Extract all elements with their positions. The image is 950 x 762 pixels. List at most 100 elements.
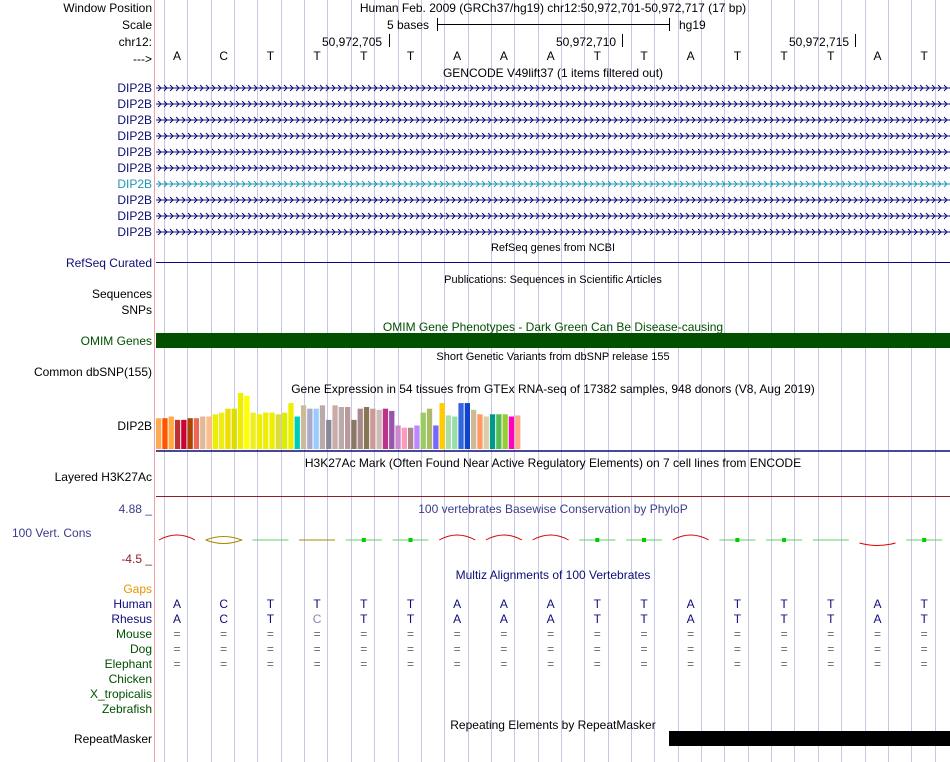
- gencode-transcript-line[interactable]: [156, 227, 950, 237]
- multiz-base: T: [313, 597, 321, 611]
- refseq-label[interactable]: RefSeq Curated: [66, 256, 152, 270]
- gencode-transcript-line[interactable]: [156, 195, 950, 205]
- gencode-transcript-line[interactable]: [156, 147, 950, 157]
- base-letter: T: [827, 49, 835, 63]
- multiz-base: T: [920, 612, 928, 626]
- h3k27ac-baseline[interactable]: [156, 496, 950, 497]
- publications-label-sequences[interactable]: Sequences: [92, 287, 152, 301]
- gencode-transcript-line[interactable]: [156, 179, 950, 189]
- conservation-min-label: -4.5 _: [121, 552, 152, 566]
- multiz-base: =: [453, 627, 461, 641]
- gtex-bar-chart[interactable]: [156, 393, 950, 453]
- base-letter: T: [733, 49, 742, 63]
- gtex-tissue-bar: [515, 415, 521, 449]
- multiz-base: =: [687, 642, 695, 656]
- phylop-track[interactable]: [156, 525, 950, 555]
- gencode-transcript-label[interactable]: DIP2B: [117, 145, 152, 159]
- gtex-tissue-bar: [282, 412, 288, 449]
- multiz-species-label[interactable]: Chicken: [109, 672, 152, 686]
- gtex-tissue-bar: [496, 414, 502, 449]
- gtex-tissue-bar: [206, 416, 212, 449]
- repeatmasker-label[interactable]: RepeatMasker: [74, 732, 152, 746]
- omim-feature-bar[interactable]: [156, 333, 950, 348]
- chrom-label: chr12:: [118, 35, 152, 49]
- gtex-tissue-bar: [420, 412, 426, 449]
- multiz-base: T: [406, 597, 415, 611]
- gtex-tissue-bar: [452, 416, 458, 449]
- base-letter: T: [266, 49, 275, 63]
- h3k27ac-track-title: H3K27Ac Mark (Often Found Near Active Re…: [304, 456, 802, 470]
- gtex-track-title: Gene Expression in 54 tissues from GTEx …: [291, 382, 815, 396]
- multiz-base: =: [266, 657, 274, 671]
- gtex-tissue-bar: [382, 408, 389, 449]
- refseq-gene-line[interactable]: [156, 262, 950, 263]
- multiz-base: =: [266, 627, 274, 641]
- gtex-tissue-bar: [345, 407, 351, 449]
- window-position-label: Window Position: [63, 1, 152, 15]
- gtex-tissue-bar: [219, 412, 225, 449]
- gencode-transcript-label[interactable]: DIP2B: [117, 161, 152, 175]
- multiz-base: =: [920, 627, 928, 641]
- multiz-base: =: [406, 627, 414, 641]
- gtex-tissue-bar: [483, 416, 489, 449]
- multiz-species-label[interactable]: Rhesus: [111, 612, 152, 626]
- phylop-score-marker: [735, 538, 740, 542]
- gencode-transcript-label[interactable]: DIP2B: [117, 129, 152, 143]
- gencode-transcript-line[interactable]: [156, 131, 950, 141]
- multiz-base: T: [406, 612, 415, 626]
- gtex-tissue-bar: [231, 408, 237, 449]
- phylop-score-marker: [408, 538, 413, 542]
- gencode-transcript-line[interactable]: [156, 211, 950, 221]
- scale-bar: [437, 24, 670, 25]
- multiz-base: =: [780, 642, 788, 656]
- multiz-base: =: [873, 627, 881, 641]
- multiz-base: =: [873, 657, 881, 671]
- multiz-base: A: [686, 612, 695, 626]
- gencode-transcript-label[interactable]: DIP2B: [117, 97, 152, 111]
- multiz-species-label[interactable]: X_tropicalis: [90, 687, 152, 701]
- gencode-transcript-label[interactable]: DIP2B: [117, 177, 152, 191]
- gtex-tissue-bar: [433, 425, 439, 449]
- gencode-transcript-label[interactable]: DIP2B: [117, 209, 152, 223]
- gencode-transcript-label[interactable]: DIP2B: [117, 113, 152, 127]
- gencode-transcript-line[interactable]: [156, 83, 950, 93]
- gtex-gene-label[interactable]: DIP2B: [117, 419, 152, 433]
- multiz-species-label[interactable]: Elephant: [105, 657, 152, 671]
- gencode-transcript-label[interactable]: DIP2B: [117, 193, 152, 207]
- window-position-value: Human Feb. 2009 (GRCh37/hg19) chr12:50,9…: [359, 1, 747, 15]
- multiz-base: =: [406, 657, 414, 671]
- multiz-base: =: [640, 627, 648, 641]
- omim-label[interactable]: OMIM Genes: [81, 334, 152, 348]
- gtex-tissue-bar: [502, 414, 508, 449]
- multiz-base: =: [640, 657, 648, 671]
- gtex-tissue-bar: [300, 405, 307, 449]
- gencode-transcript-label[interactable]: DIP2B: [117, 81, 152, 95]
- conservation-label[interactable]: 100 Vert. Cons: [12, 526, 91, 540]
- multiz-species-label[interactable]: Human: [113, 597, 152, 611]
- dbsnp-label[interactable]: Common dbSNP(155): [34, 365, 152, 379]
- multiz-species-label[interactable]: Mouse: [116, 627, 152, 641]
- scale-value: 5 bases: [387, 18, 430, 32]
- repeatmasker-feature[interactable]: [669, 731, 950, 746]
- phylop-peak: [672, 534, 709, 541]
- gtex-tissue-bar: [370, 408, 376, 449]
- gencode-transcript-line[interactable]: [156, 99, 950, 109]
- multiz-species-label[interactable]: Dog: [130, 642, 152, 656]
- phylop-peak: [485, 534, 523, 541]
- multiz-species-label[interactable]: Zebrafish: [102, 702, 152, 716]
- gtex-tissue-bar: [401, 427, 407, 449]
- publications-label-snps[interactable]: SNPs: [121, 303, 152, 317]
- gencode-transcript-line[interactable]: [156, 115, 950, 125]
- gencode-transcript-line[interactable]: [156, 163, 950, 173]
- multiz-base: A: [686, 597, 695, 611]
- gtex-tissue-bar: [200, 416, 206, 449]
- multiz-base: =: [547, 657, 555, 671]
- base-sequence-row: ACTTTTAAATTATTTAT: [156, 49, 950, 63]
- gtex-tissue-bar: [237, 393, 244, 449]
- gencode-transcript-label[interactable]: DIP2B: [117, 225, 152, 239]
- h3k27ac-label[interactable]: Layered H3K27Ac: [55, 470, 152, 484]
- gtex-tissue-bar: [275, 414, 281, 449]
- gtex-tissue-bar: [389, 410, 395, 449]
- phylop-peak: [438, 534, 476, 541]
- multiz-base: T: [920, 597, 928, 611]
